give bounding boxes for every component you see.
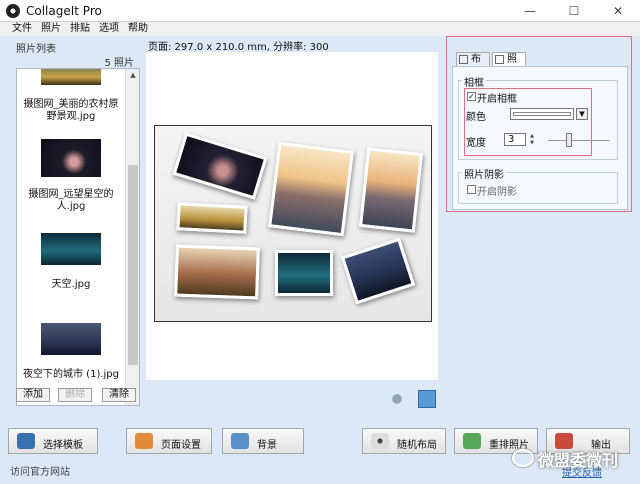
photo-caption: 摄图网_远望星空的人.jpg (28, 189, 114, 212)
page-info: 页面: 297.0 x 210.0 mm, 分辨率: 300 (148, 42, 329, 53)
page-setup-label: 页面设置 (161, 440, 201, 451)
maximize-button[interactable]: ☐ (552, 0, 596, 22)
reorder-icon (463, 433, 481, 449)
wechat-icon (512, 449, 534, 467)
enable-frame-label: 开启相框 (477, 94, 517, 105)
frame-color-label: 颜色 (466, 112, 486, 123)
photo-caption: 摄图网_美丽的农村原野景观.jpg (23, 99, 119, 122)
frame-width-input[interactable]: 3 (504, 133, 526, 146)
photo-caption: 天空.jpg (51, 279, 91, 290)
page-setup-icon (135, 433, 153, 449)
chevron-down-icon[interactable]: ▼ (576, 108, 588, 120)
enable-shadow-label: 开启阴影 (477, 187, 517, 198)
photo-list-title: 照片列表 (16, 44, 56, 55)
photo-caption: 夜空下的城市 (1).jpg (23, 369, 119, 380)
add-photo-button[interactable]: 添加 (16, 388, 50, 402)
app-logo-icon (6, 4, 20, 18)
page-setup-button[interactable]: 页面设置 (126, 428, 212, 454)
scroll-up-icon[interactable]: ▲ (126, 69, 139, 81)
collage-photo-dock[interactable] (358, 147, 424, 233)
menu-options[interactable]: 选项 (99, 22, 119, 36)
collage-photo-field[interactable] (176, 202, 248, 234)
remove-photo-button[interactable]: 删除 (58, 388, 92, 402)
tab-layout[interactable]: 布局 (456, 52, 490, 78)
close-button[interactable]: ✕ (596, 0, 640, 22)
background-label: 背景 (257, 440, 277, 451)
template-icon (17, 433, 35, 449)
photo-list[interactable]: 摄图网_美丽的农村原野景观.jpg 摄图网_远望星空的人.jpg 天空.jpg … (16, 68, 140, 406)
collage-photo-stargazer[interactable] (172, 132, 268, 200)
photo-thumbnail-sky[interactable] (41, 233, 101, 265)
watermark-text: 微盟委微刊 (538, 451, 619, 470)
photo-list-panel: 照片列表 5 照片 摄图网_美丽的农村原野景观.jpg 摄图网_远望星空的人.j… (8, 38, 140, 408)
frame-group-title: 相框 (462, 74, 486, 89)
scrollbar-thumb[interactable] (128, 165, 138, 365)
menu-bar: 文件 照片 排贴 选项 帮助 (0, 22, 640, 36)
menu-file[interactable]: 文件 (12, 22, 32, 36)
title-bar: CollageIt Pro — ☐ ✕ (0, 0, 640, 22)
window-title: CollageIt Pro (26, 4, 102, 18)
spin-up-icon[interactable]: ▲ (527, 133, 537, 139)
collage-photo-countryside[interactable] (174, 244, 260, 300)
minimize-button[interactable]: — (508, 0, 552, 22)
collage-photo-city-night[interactable] (340, 237, 416, 305)
menu-photo[interactable]: 照片 (41, 22, 61, 36)
photo-list-scrollbar[interactable]: ▲ ▼ (125, 69, 139, 405)
collage-canvas-area (146, 52, 438, 380)
random-layout-label: 随机布局 (397, 440, 437, 451)
random-layout-button[interactable]: 随机布局 (362, 428, 446, 454)
spin-down-icon[interactable]: ▼ (527, 140, 537, 146)
menu-collage[interactable]: 排贴 (70, 22, 90, 36)
choose-template-button[interactable]: 选择模板 (8, 428, 98, 454)
photo-thumbnail-city-night[interactable] (41, 323, 101, 355)
photo-count: 5 照片 (104, 58, 134, 69)
shadow-group-title: 照片阴影 (462, 166, 506, 181)
collage-page[interactable] (154, 125, 432, 322)
collage-photo-sky[interactable] (275, 250, 333, 296)
frame-width-slider-thumb[interactable] (566, 133, 572, 147)
zoom-icon[interactable] (388, 390, 406, 408)
fit-to-window-icon[interactable] (418, 390, 436, 408)
choose-template-label: 选择模板 (43, 440, 83, 451)
clear-photos-button[interactable]: 清除 (102, 388, 136, 402)
frame-width-slider-track[interactable] (548, 140, 610, 141)
frame-width-label: 宽度 (466, 138, 486, 149)
layout-icon (459, 55, 468, 64)
visit-website-link[interactable]: 访问官方网站 (10, 463, 70, 478)
photo-thumbnail-countryside[interactable] (41, 69, 101, 85)
background-button[interactable]: 背景 (222, 428, 304, 454)
frame-color-picker[interactable] (510, 108, 574, 120)
random-layout-icon (371, 433, 389, 449)
photo-icon (495, 55, 504, 64)
tab-photo[interactable]: 照片 (492, 52, 526, 78)
menu-help[interactable]: 帮助 (128, 22, 148, 36)
collage-photo-sunset-lake[interactable] (268, 141, 354, 237)
enable-shadow-checkbox[interactable] (467, 185, 476, 194)
enable-frame-checkbox[interactable]: ✓ (467, 92, 476, 101)
photo-thumbnail-stargazer[interactable] (41, 139, 101, 177)
background-icon (231, 433, 249, 449)
